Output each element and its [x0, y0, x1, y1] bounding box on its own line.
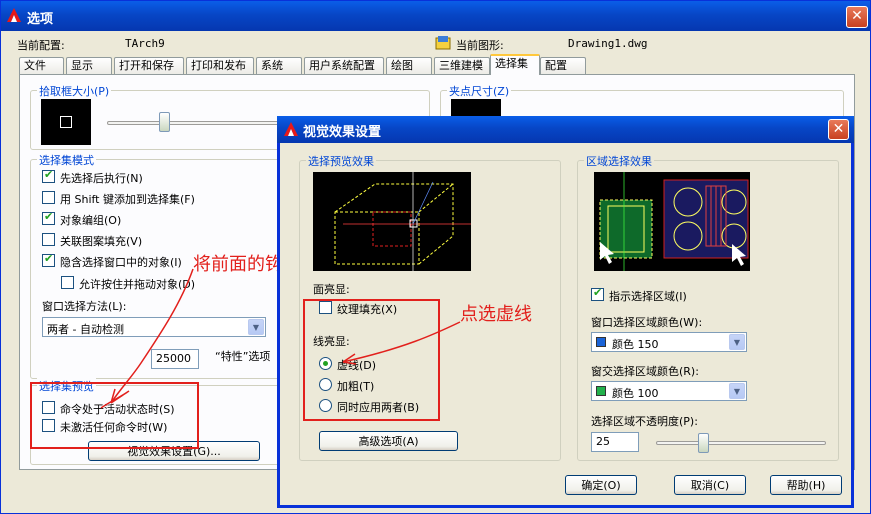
chevron-down-icon: ▼ [729, 383, 745, 399]
indicate-area-label: 指示选择区域(I) [609, 290, 687, 303]
shift-add-label: 用 Shift 键添加到选择集(F) [60, 193, 195, 206]
crossing-color-select[interactable]: 颜色 100 ▼ [591, 381, 747, 401]
pickbox-group-label: 拾取框大小(P) [37, 83, 112, 99]
tab-system[interactable]: 系统 [256, 57, 302, 74]
indicate-area-checkbox[interactable] [591, 286, 604, 301]
pickbox-preview [41, 99, 91, 145]
tab-user-preferences[interactable]: 用户系统配置 [304, 57, 384, 74]
area-effect-image [594, 172, 750, 271]
tab-profiles[interactable]: 配置 [540, 57, 586, 74]
opacity-slider-thumb[interactable] [698, 433, 709, 453]
opacity-label: 选择区域不透明度(P): [591, 415, 698, 428]
tab-selection[interactable]: 选择集 [490, 54, 540, 75]
current-drawing-value: Drawing1.dwg [568, 37, 648, 50]
advanced-options-button[interactable]: 高级选项(A) [319, 431, 458, 451]
object-grouping-checkbox[interactable] [42, 210, 55, 225]
visual-effects-dialog: 视觉效果设置 ✕ 选择预览效果 面亮显: 纹理填充(X) 线亮显: 虚线(D) … [277, 116, 854, 508]
current-profile-label: 当前配置: [17, 39, 65, 52]
annotation-click-dashed: 点选虚线 [460, 304, 532, 325]
selection-preview-effect-label: 选择预览效果 [306, 153, 376, 169]
grip-size-group-label: 夹点尺寸(Z) [447, 83, 512, 99]
area-selection-effect-group: 区域选择效果 指示选择区域(I) 窗口选择区域颜色(W): 颜色 150 ▼ [577, 153, 839, 461]
object-grouping-label: 对象编组(O) [60, 214, 122, 227]
drawing-icon [435, 36, 451, 50]
selection-modes-group-label: 选择集模式 [37, 152, 96, 168]
current-drawing-label: 当前图形: [456, 39, 504, 52]
cancel-button[interactable]: 取消(C) [674, 475, 746, 495]
autocad-logo-icon [7, 8, 21, 22]
tab-open-save[interactable]: 打开和保存 [114, 57, 184, 74]
opacity-slider-track [656, 441, 826, 445]
crossing-color-label: 窗交选择区域颜色(R): [591, 365, 699, 378]
tab-display[interactable]: 显示 [66, 57, 112, 74]
dialog-title: 视觉效果设置 [303, 125, 382, 140]
tab-drafting[interactable]: 绘图 [386, 57, 432, 74]
associative-hatch-label: 关联图案填充(V) [60, 235, 143, 248]
area-selection-effect-label: 区域选择效果 [584, 153, 654, 169]
noun-verb-label: 先选择后执行(N) [60, 172, 143, 185]
crossing-color-swatch [596, 386, 606, 396]
close-button[interactable]: ✕ [846, 6, 868, 28]
chevron-down-icon: ▼ [729, 334, 745, 350]
implied-windowing-checkbox[interactable] [42, 252, 55, 267]
window-color-select[interactable]: 颜色 150 ▼ [591, 332, 747, 352]
annotation-arrow-icon [100, 268, 194, 409]
dialog-close-button[interactable]: ✕ [828, 119, 849, 140]
tab-files[interactable]: 文件 [19, 57, 64, 74]
chevron-down-icon: ▼ [248, 319, 264, 335]
associative-hatch-checkbox[interactable] [42, 233, 55, 246]
noun-verb-checkbox[interactable] [42, 168, 55, 183]
pickbox-square [60, 116, 72, 128]
help-button[interactable]: 帮助(H) [770, 475, 842, 495]
pickbox-slider-thumb[interactable] [159, 112, 170, 132]
dialog-title-bar[interactable]: 视觉效果设置 ✕ [277, 116, 854, 143]
window-title: 选项 [27, 12, 54, 27]
window-color-value: 颜色 150 [612, 338, 659, 351]
crossing-color-value: 颜色 100 [612, 387, 659, 400]
window-color-label: 窗口选择区域颜色(W): [591, 316, 703, 329]
autocad-logo-icon [284, 122, 298, 136]
face-highlight-label: 面亮显: [313, 283, 350, 296]
current-profile-value: TArch9 [125, 37, 165, 50]
shift-add-checkbox[interactable] [42, 191, 55, 204]
title-bar[interactable]: 选项 ✕ [1, 1, 870, 31]
preview-effect-image [313, 172, 471, 271]
tab-3d-modeling[interactable]: 三维建模 [434, 57, 490, 74]
annotation-arrow-icon [342, 321, 461, 365]
ok-button[interactable]: 确定(O) [565, 475, 637, 495]
opacity-input[interactable]: 25 [591, 432, 639, 452]
tab-plot-publish[interactable]: 打印和发布 [186, 57, 254, 74]
window-color-swatch [596, 337, 606, 347]
